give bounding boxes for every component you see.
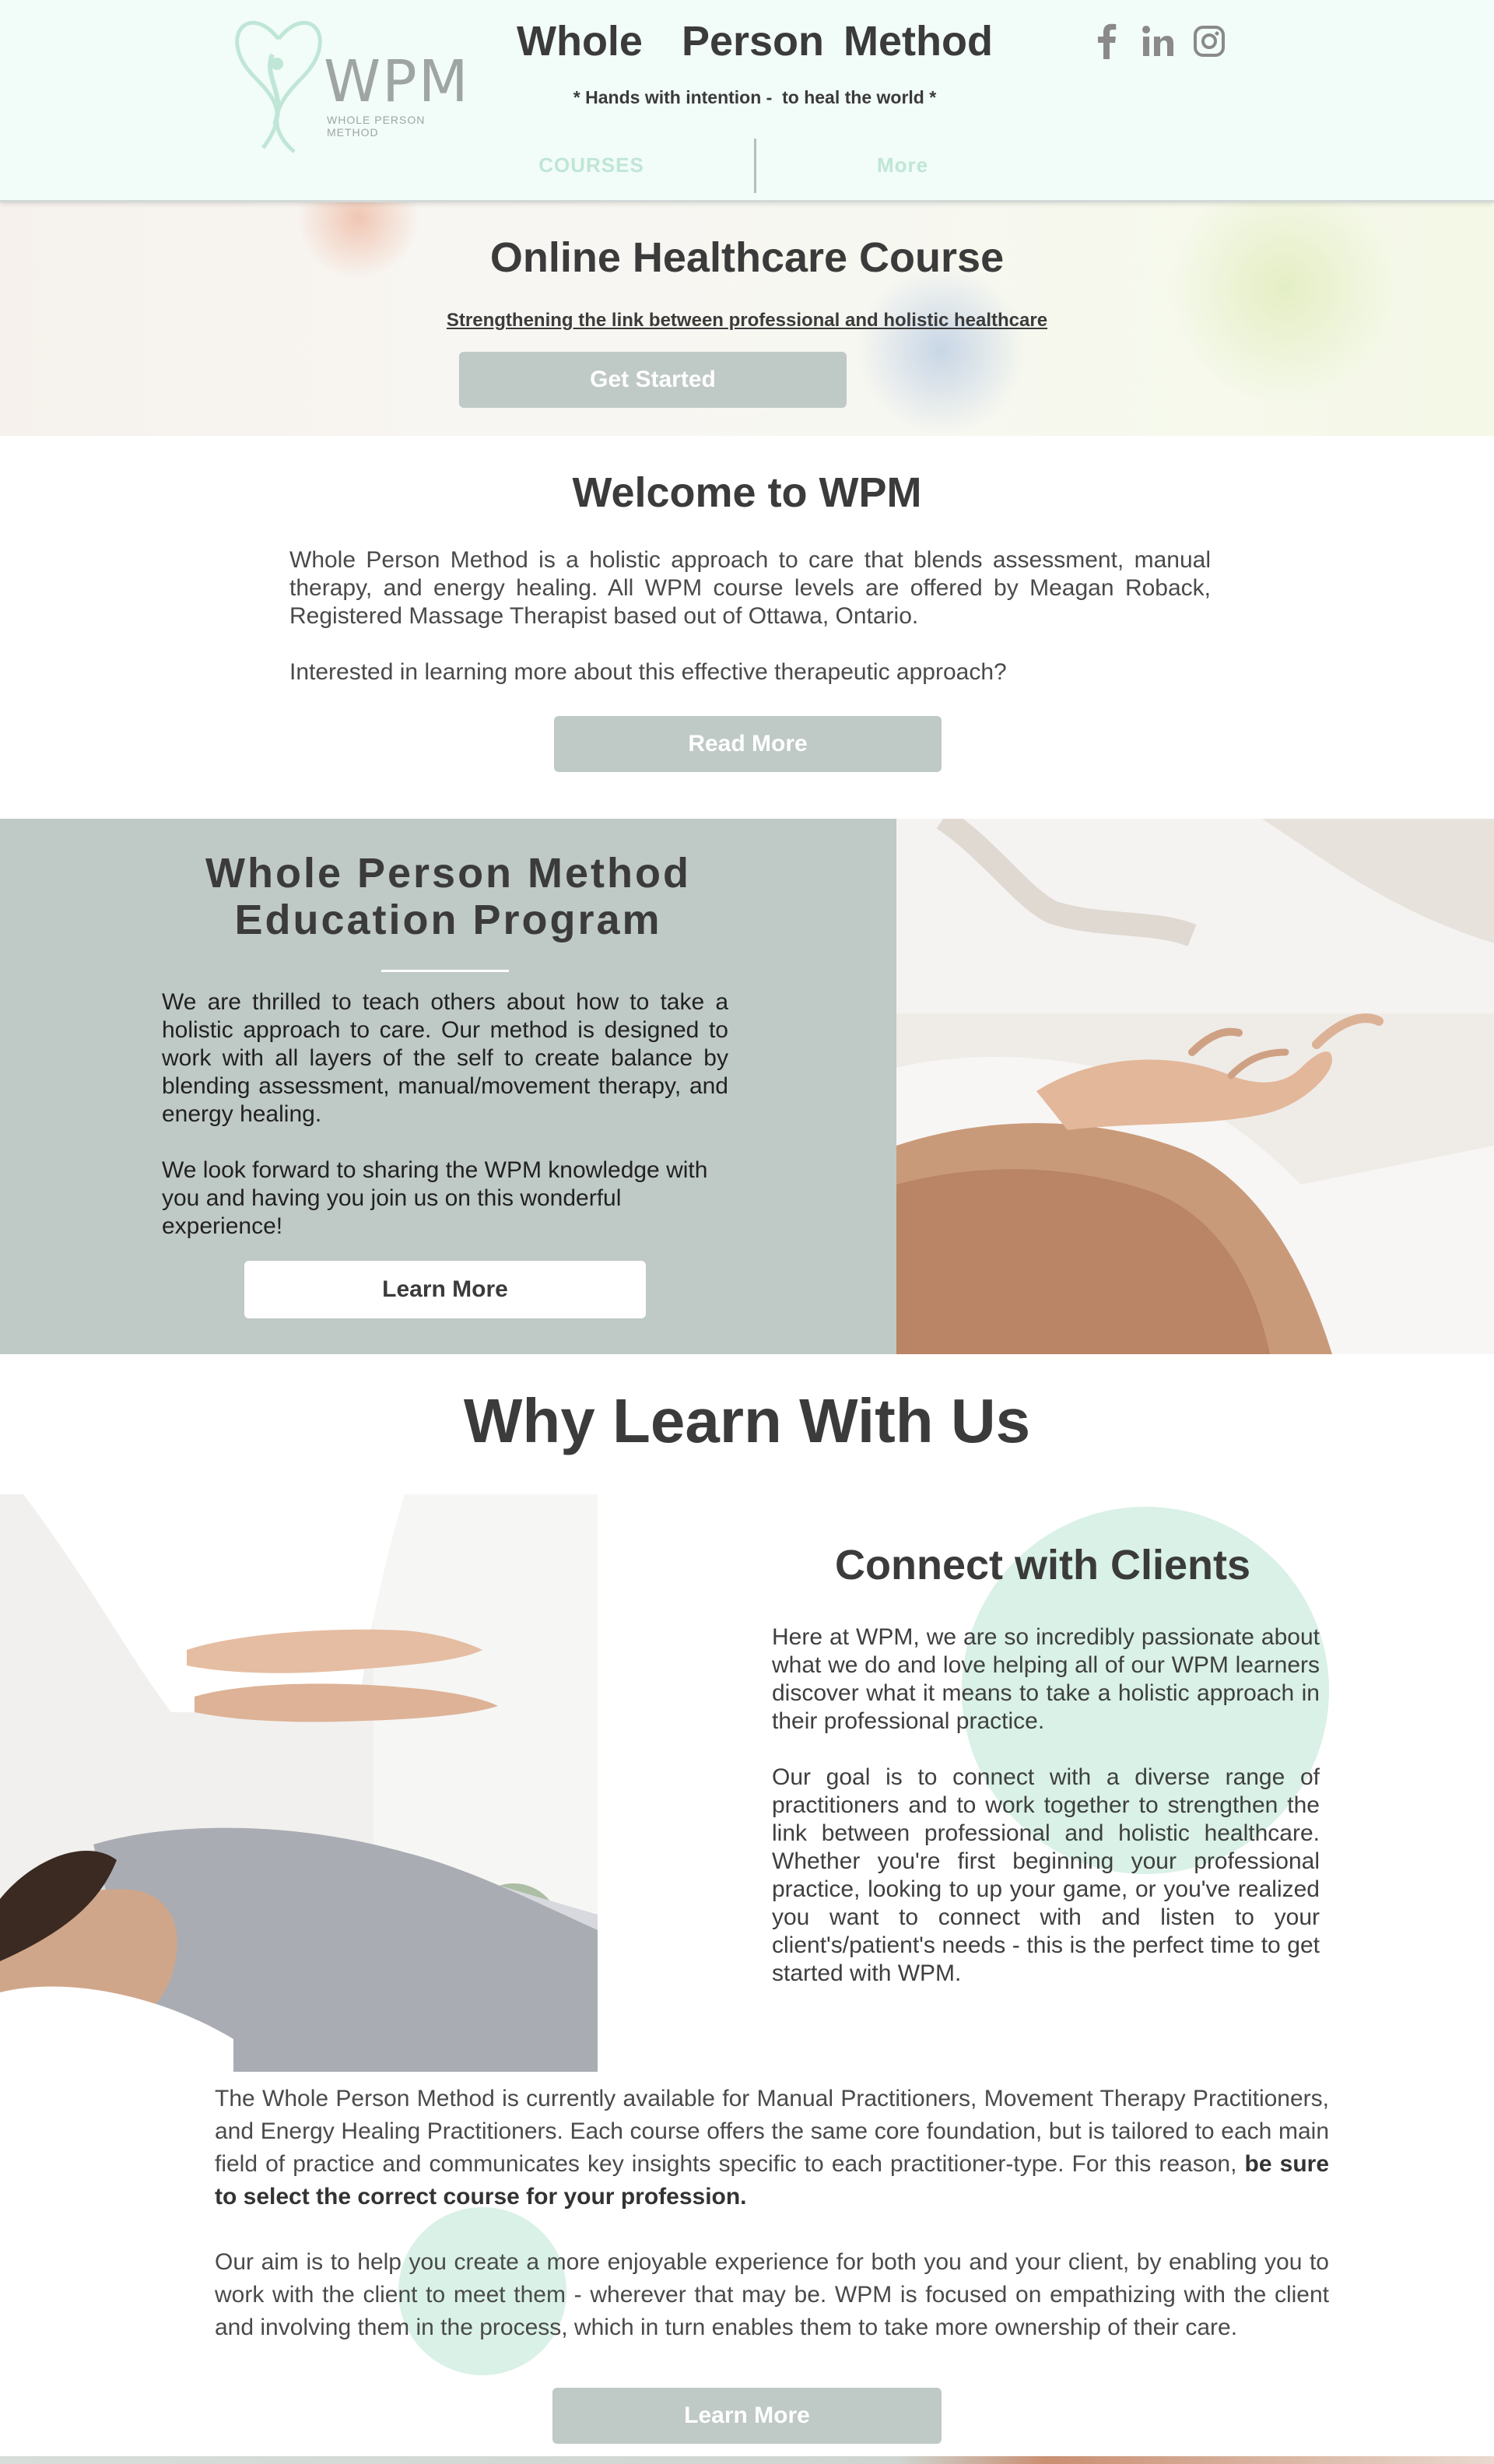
education-section: Whole Person Method Education Program We…	[0, 819, 896, 1354]
course-info-paragraph: The Whole Person Method is currently ava…	[215, 2083, 1329, 2213]
site-header: WPM WHOLE PERSON METHOD Whole Person Met…	[0, 0, 1494, 202]
nav-item-courses[interactable]: COURSES	[436, 135, 747, 195]
hero-bg-decoration	[1167, 202, 1401, 405]
site-tagline: * Hands with intention - to heal the wor…	[573, 87, 937, 107]
hero-banner: Online Healthcare Course Strengthening t…	[0, 202, 1494, 436]
logo-text: WPM	[324, 48, 470, 115]
education-title-line: Whole Person Method	[205, 850, 691, 897]
welcome-paragraph: Whole Person Method is a holistic approa…	[289, 547, 1211, 629]
main-nav: COURSES More	[436, 135, 1058, 195]
reiki-session-image	[0, 1494, 598, 2072]
course-info-paragraph: Our aim is to help you create a more enj…	[215, 2249, 1329, 2340]
education-paragraph: We are thrilled to teach others about ho…	[162, 989, 728, 1127]
meditation-hand-image	[896, 819, 1494, 1354]
education-paragraph: We look forward to sharing the WPM knowl…	[162, 1157, 708, 1239]
learn-more-button[interactable]: Learn More	[244, 1261, 646, 1318]
logo-figure-icon	[235, 20, 322, 153]
why-learn-title: Why Learn With Us	[463, 1386, 1031, 1455]
footer-image-strip	[0, 2456, 1494, 2464]
connect-paragraph: Our goal is to connect with a diverse ra…	[772, 1764, 1320, 1986]
welcome-text: Whole Person Method is a holistic approa…	[289, 546, 1211, 714]
meditation-photo	[896, 819, 1494, 1354]
linkedin-icon[interactable]	[1141, 23, 1175, 60]
reiki-photo	[0, 1494, 598, 2072]
connect-text: Here at WPM, we are so incredibly passio…	[772, 1623, 1320, 2016]
hero-title: Online Healthcare Course	[489, 234, 1005, 281]
read-more-button[interactable]: Read More	[554, 716, 942, 772]
wpm-logo[interactable]: WPM WHOLE PERSON METHOD	[232, 8, 473, 156]
social-links	[1089, 20, 1226, 62]
connect-paragraph: Here at WPM, we are so incredibly passio…	[772, 1624, 1320, 1734]
title-divider	[381, 970, 509, 972]
education-title: Whole Person Method Education Program	[0, 850, 896, 943]
welcome-title: Welcome to WPM	[572, 469, 922, 516]
learn-more-bottom-button[interactable]: Learn More	[552, 2388, 942, 2444]
nav-divider	[754, 139, 756, 193]
hero-subtitle-link[interactable]: Strengthening the link between professio…	[0, 310, 1494, 332]
hero-bg-decoration	[856, 265, 1027, 436]
course-info-text-span: The Whole Person Method is currently ava…	[215, 2086, 1329, 2177]
education-title-line: Education Program	[234, 897, 662, 943]
facebook-icon[interactable]	[1089, 23, 1124, 60]
course-info-text: The Whole Person Method is currently ava…	[215, 2083, 1329, 2377]
welcome-paragraph: Interested in learning more about this e…	[289, 659, 1007, 685]
education-text: We are thrilled to teach others about ho…	[162, 988, 728, 1269]
get-started-button[interactable]: Get Started	[459, 352, 847, 408]
instagram-icon[interactable]	[1192, 23, 1226, 60]
connect-title: Connect with Clients	[834, 1542, 1250, 1588]
site-title: Whole Person Method	[516, 18, 993, 65]
nav-item-more[interactable]: More	[747, 135, 1058, 195]
